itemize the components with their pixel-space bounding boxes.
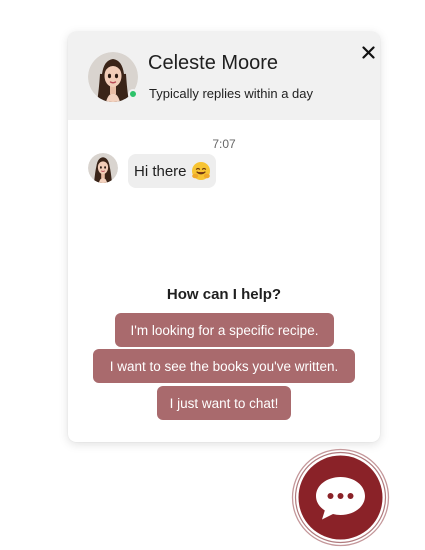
agent-message-bubble: Hi there	[128, 154, 216, 188]
chat-header: Celeste Moore Typically replies within a…	[68, 32, 380, 120]
online-status-indicator	[128, 89, 138, 99]
agent-message-text: Hi there	[134, 162, 187, 180]
message-timestamp: 7:07	[212, 137, 236, 151]
agent-reply-time: Typically replies within a day	[149, 86, 314, 101]
chat-widget: Celeste Moore Typically replies within a…	[68, 32, 380, 442]
close-button[interactable]	[358, 42, 378, 62]
agent-name: Celeste Moore	[148, 52, 279, 74]
help-prompt-title: How can I help?	[166, 286, 282, 303]
hugging-face-emoji-icon	[191, 161, 211, 181]
quick-reply-books-button[interactable]: I want to see the books you've written.	[93, 349, 355, 383]
quick-reply-chat-button[interactable]: I just want to chat!	[157, 386, 291, 420]
chat-launcher-button[interactable]	[291, 448, 390, 547]
close-icon	[361, 45, 375, 59]
quick-reply-recipe-button[interactable]: I'm looking for a specific recipe.	[115, 313, 334, 347]
agent-avatar-small	[88, 153, 118, 183]
